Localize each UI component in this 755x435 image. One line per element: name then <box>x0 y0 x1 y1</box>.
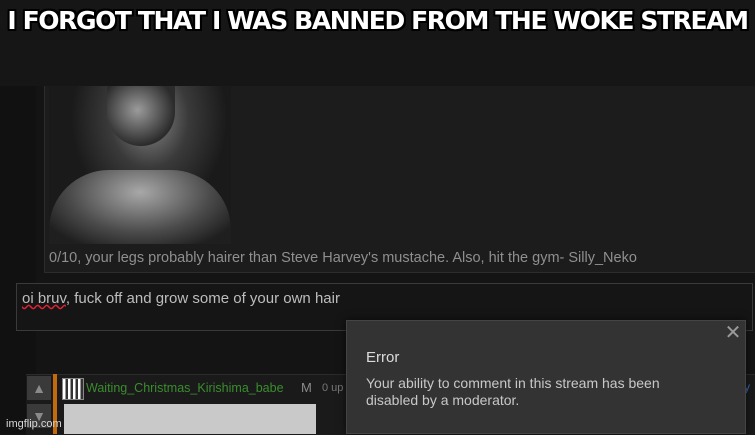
points-text: 0 up <box>322 382 344 394</box>
mod-badge: M <box>301 380 312 395</box>
username-link[interactable]: Waiting_Christmas_Kirishima_babe <box>86 381 284 395</box>
close-icon[interactable]: ✕ <box>722 322 744 344</box>
reply-text-rest: , fuck off and grow some of your own hai… <box>65 290 340 307</box>
avatar[interactable] <box>62 378 84 400</box>
comment-text: 0/10, your legs probably hairer than Ste… <box>49 250 637 266</box>
watermark: imgflip.com <box>6 418 62 430</box>
item-thumbnail[interactable] <box>64 404 316 434</box>
misspelled-word: oi bruv <box>22 290 66 307</box>
error-title: Error <box>366 349 400 366</box>
meme-caption: I FORGOT THAT I WAS BANNED FROM THE WOKE… <box>7 6 749 35</box>
comment-image[interactable] <box>49 86 231 244</box>
error-message: Your ability to comment in this stream h… <box>366 375 660 408</box>
image-torso <box>49 170 231 244</box>
arrow-up-icon[interactable]: ▲ <box>27 376 51 400</box>
image-head <box>107 86 175 146</box>
reply-text[interactable]: oi bruv, fuck off and grow some of your … <box>22 290 340 307</box>
